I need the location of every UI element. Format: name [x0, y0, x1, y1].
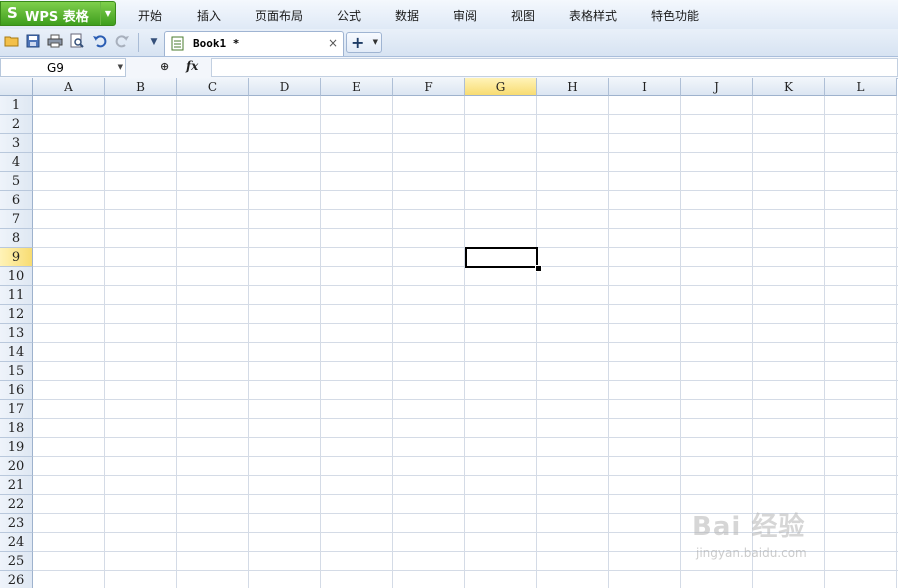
cell-area[interactable]	[33, 96, 898, 588]
insert-function-icon[interactable]: fx	[186, 59, 198, 73]
row-header-3[interactable]: 3	[0, 134, 33, 153]
name-box[interactable]: G9 ▼	[0, 58, 126, 77]
tab-label: Book1 *	[193, 37, 240, 50]
row-header-10[interactable]: 10	[0, 267, 33, 286]
customize-dropdown-icon[interactable]: ▼	[145, 33, 163, 51]
chevron-down-icon[interactable]: ▼	[100, 2, 115, 25]
tab-book1[interactable]: Book1 * ×	[164, 31, 344, 56]
menu-item[interactable]: 视图	[511, 7, 535, 24]
row-header-25[interactable]: 25	[0, 552, 33, 571]
fill-handle[interactable]	[535, 265, 542, 272]
menu-bar: S WPS 表格 ▼ 开始 插入 页面布局 公式 数据 审阅 视图 表格样式 特色功能	[0, 0, 898, 30]
close-icon[interactable]: ×	[328, 36, 338, 50]
row-header-24[interactable]: 24	[0, 533, 33, 552]
column-header-l[interactable]: L	[825, 78, 897, 96]
column-headers: ABCDEFGHIJKL	[33, 78, 898, 96]
spreadsheet-grid: ABCDEFGHIJKL 1 2 3 4 5 6 7 8 9 10 11 12 13 14 15 16 17 18…	[0, 78, 898, 588]
formula-input[interactable]	[211, 58, 898, 77]
column-header-i[interactable]: I	[609, 78, 681, 96]
cell-reference: G9	[47, 61, 64, 75]
menu-item[interactable]: 插入	[197, 7, 221, 24]
plus-icon: +	[351, 33, 365, 52]
column-header-f[interactable]: F	[393, 78, 465, 96]
chevron-down-icon[interactable]: ▼	[118, 63, 123, 71]
undo-icon[interactable]	[91, 33, 109, 51]
row-header-15[interactable]: 15	[0, 362, 33, 381]
column-header-b[interactable]: B	[105, 78, 177, 96]
save-icon[interactable]	[24, 33, 42, 51]
row-header-16[interactable]: 16	[0, 381, 33, 400]
formula-bar: G9 ▼ ⊕ fx	[0, 57, 898, 79]
wps-app-menu-button[interactable]: S WPS 表格 ▼	[0, 1, 116, 26]
column-header-e[interactable]: E	[321, 78, 393, 96]
menu-item[interactable]: 特色功能	[651, 7, 699, 24]
quick-access-toolbar: ▼ Book1 * × + ▼	[0, 29, 898, 57]
row-header-7[interactable]: 7	[0, 210, 33, 229]
new-tab-button[interactable]: + ▼	[346, 32, 382, 53]
row-header-19[interactable]: 19	[0, 438, 33, 457]
column-header-c[interactable]: C	[177, 78, 249, 96]
active-cell-g9[interactable]	[465, 247, 538, 268]
print-icon[interactable]	[46, 33, 64, 51]
row-header-18[interactable]: 18	[0, 419, 33, 438]
row-header-12[interactable]: 12	[0, 305, 33, 324]
redo-icon[interactable]	[113, 33, 131, 51]
row-header-23[interactable]: 23	[0, 514, 33, 533]
column-header-k[interactable]: K	[753, 78, 825, 96]
column-header-h[interactable]: H	[537, 78, 609, 96]
spreadsheet-document-icon	[171, 36, 185, 54]
menu-item[interactable]: 开始	[138, 7, 162, 24]
toolbar-divider	[138, 33, 139, 52]
column-header-a[interactable]: A	[33, 78, 105, 96]
menu-item[interactable]: 审阅	[453, 7, 477, 24]
chevron-down-icon[interactable]: ▼	[373, 38, 378, 46]
row-header-20[interactable]: 20	[0, 457, 33, 476]
row-header-8[interactable]: 8	[0, 229, 33, 248]
row-header-13[interactable]: 13	[0, 324, 33, 343]
column-header-d[interactable]: D	[249, 78, 321, 96]
column-header-g[interactable]: G	[465, 78, 537, 96]
row-header-4[interactable]: 4	[0, 153, 33, 172]
print-preview-icon[interactable]	[68, 33, 86, 51]
row-header-22[interactable]: 22	[0, 495, 33, 514]
row-header-14[interactable]: 14	[0, 343, 33, 362]
row-header-17[interactable]: 17	[0, 400, 33, 419]
row-header-11[interactable]: 11	[0, 286, 33, 305]
row-header-21[interactable]: 21	[0, 476, 33, 495]
menu-item[interactable]: 公式	[337, 7, 361, 24]
select-all-corner[interactable]	[0, 78, 33, 96]
row-header-2[interactable]: 2	[0, 115, 33, 134]
menu-item[interactable]: 页面布局	[255, 7, 303, 24]
wps-logo-icon: S	[7, 4, 18, 22]
zoom-icon[interactable]: ⊕	[160, 60, 169, 73]
row-header-5[interactable]: 5	[0, 172, 33, 191]
row-header-9[interactable]: 9	[0, 248, 33, 267]
row-header-1[interactable]: 1	[0, 96, 33, 115]
row-header-6[interactable]: 6	[0, 191, 33, 210]
open-folder-icon[interactable]	[3, 33, 21, 51]
column-header-j[interactable]: J	[681, 78, 753, 96]
app-title: WPS 表格	[25, 10, 89, 25]
menu-item[interactable]: 表格样式	[569, 7, 617, 24]
row-header-26[interactable]: 26	[0, 571, 33, 588]
menu-item[interactable]: 数据	[395, 7, 419, 24]
